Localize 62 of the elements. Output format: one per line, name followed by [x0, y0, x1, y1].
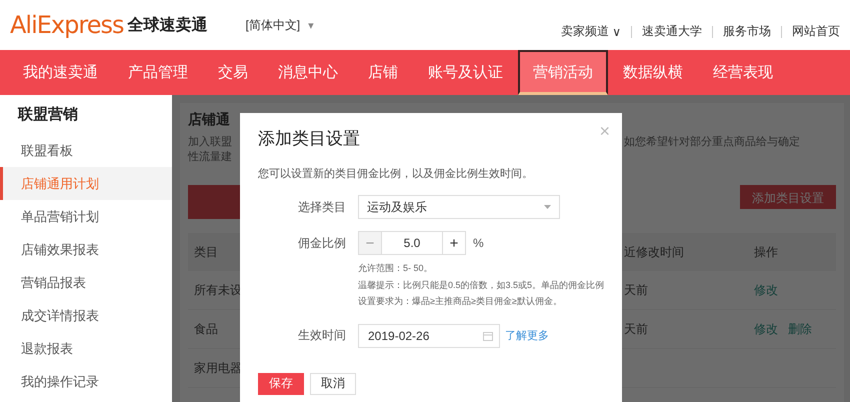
field-label: 佣金比例 — [297, 234, 347, 252]
intro-text: 性流量建 — [188, 151, 232, 163]
add-category-button[interactable]: 添加类目设置 — [740, 185, 836, 209]
nav-tab[interactable]: 经营表现 — [698, 50, 788, 95]
decrement-button[interactable]: − — [358, 231, 382, 255]
nav-tab[interactable]: 店铺 — [353, 50, 413, 95]
table-cell: 天前 — [624, 282, 648, 296]
table-cell: 食品 — [194, 322, 218, 336]
sidebar-item[interactable]: 营销品报表 — [0, 266, 172, 299]
hint-text: 设置要求为：爆品≥主推商品≥类目佣金≥默认佣金。 — [358, 295, 563, 308]
row-action-link[interactable]: 修改 — [754, 282, 778, 298]
learn-more-link[interactable]: 了解更多 — [505, 328, 549, 343]
language-selector[interactable]: [简体中文] — [245, 16, 300, 34]
caret-icon — [544, 205, 551, 209]
date-field[interactable]: 2019-02-26 — [358, 324, 500, 348]
caret-icon[interactable]: ▾ — [308, 18, 314, 32]
nav-tab[interactable]: 营销活动 — [518, 50, 608, 95]
header-link[interactable]: 卖家频道 — [561, 23, 610, 40]
logo-subtitle: 全球速卖通 — [127, 15, 208, 36]
column-header: 近修改时间 — [624, 244, 684, 258]
intro-text: 加入联盟 — [188, 136, 232, 148]
nav-tab[interactable]: 交易 — [203, 50, 263, 95]
caret-icon[interactable]: ∨ — [612, 24, 621, 38]
sidebar-item[interactable]: 我的操作记录 — [0, 365, 172, 398]
table-cell: 家用电器 — [194, 360, 242, 374]
increment-button[interactable]: + — [442, 231, 466, 255]
hint-text: 允许范围：5- 50。 — [358, 262, 434, 275]
hint-text: 温馨提示：比例只能是0.5的倍数，如3.5或5。单品的佣金比例 — [358, 278, 606, 292]
column-header: 操作 — [754, 244, 778, 258]
sidebar-item[interactable]: 成交详情报表 — [0, 299, 172, 332]
sidebar-item[interactable]: 退款报表 — [0, 332, 172, 365]
sidebar-item[interactable]: 店铺通用计划 — [0, 167, 172, 200]
section-title: 店铺通 — [188, 111, 231, 129]
table-cell: 天前 — [624, 322, 648, 336]
column-header: 类目 — [194, 244, 218, 258]
nav-tab[interactable]: 我的速卖通 — [8, 50, 113, 95]
header-link[interactable]: 服务市场 — [723, 23, 771, 40]
row-action-link[interactable]: 修改 — [754, 320, 778, 338]
unit-label: % — [473, 236, 484, 250]
logo[interactable]: AliExpress — [10, 11, 124, 39]
sidebar-title: 联盟营销 — [16, 105, 79, 125]
dialog-title: 添加类目设置 — [258, 128, 361, 150]
dialog-description: 您可以设置新的类目佣金比例，以及佣金比例生效时间。 — [258, 166, 534, 181]
nav-tab[interactable]: 产品管理 — [113, 50, 203, 95]
field-label: 选择类目 — [297, 198, 347, 216]
nav-tab[interactable]: 消息中心 — [263, 50, 353, 95]
sidebar-item[interactable]: 联盟看板 — [0, 134, 172, 167]
row-action-link[interactable]: 删除 — [788, 320, 812, 338]
field-label: 生效时间 — [297, 327, 347, 344]
save-button[interactable]: 保存 — [258, 372, 304, 394]
nav-tab[interactable]: 数据纵横 — [608, 50, 698, 95]
sidebar-item[interactable]: 店铺效果报表 — [0, 233, 172, 266]
table-cell: 所有未设 — [194, 282, 242, 296]
header-link[interactable]: 速卖通大学 — [642, 23, 702, 40]
nav-tab[interactable]: 账号及认证 — [413, 50, 518, 95]
header-link[interactable]: 网站首页 — [792, 23, 840, 40]
sidebar-item[interactable]: 单品营销计划 — [0, 200, 172, 233]
intro-text: 如您希望针对部分重点商品给与确定 — [624, 136, 800, 148]
category-select[interactable]: 运动及娱乐 — [358, 195, 560, 219]
calendar-icon — [483, 330, 493, 340]
close-icon[interactable]: × — [599, 121, 610, 142]
cancel-button[interactable]: 取消 — [310, 372, 356, 394]
